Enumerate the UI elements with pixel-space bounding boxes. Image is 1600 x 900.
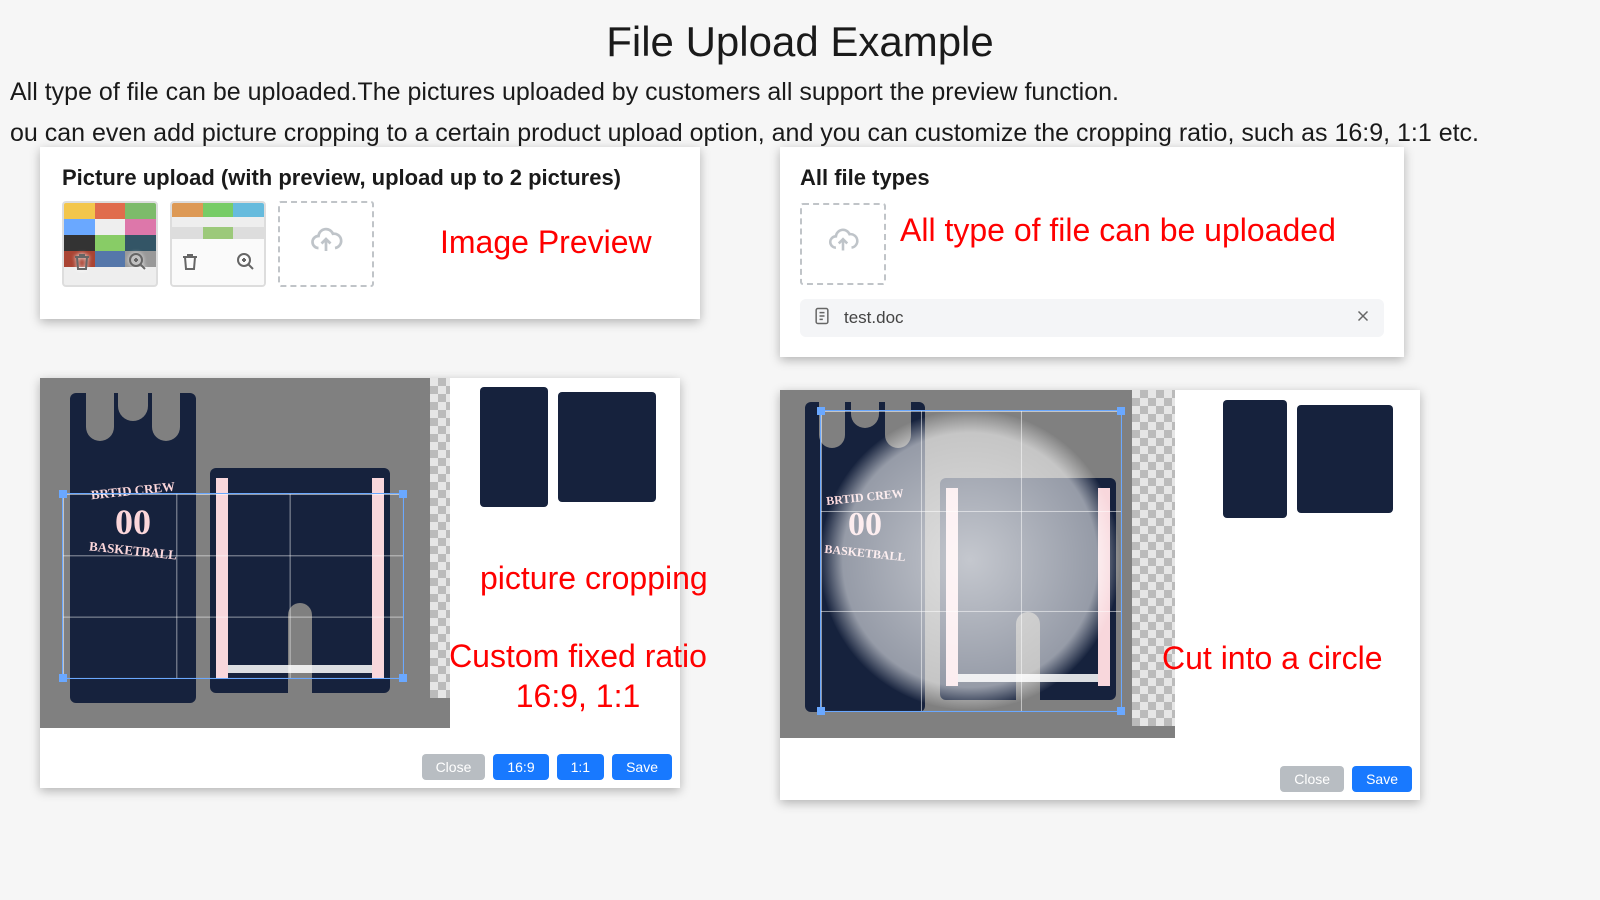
- crop-preview-thumbnail: [1208, 395, 1408, 523]
- close-button[interactable]: Close: [1280, 766, 1344, 792]
- annotation-custom-ratio-line1: Custom fixed ratio: [449, 638, 707, 674]
- page-title: File Upload Example: [0, 0, 1600, 66]
- crop-handle[interactable]: [59, 674, 67, 682]
- save-button[interactable]: Save: [612, 754, 672, 780]
- crop-handle[interactable]: [1117, 707, 1125, 715]
- cloud-upload-icon: [826, 225, 860, 264]
- annotation-all-file-types: All type of file can be uploaded: [900, 212, 1336, 249]
- crop-preview-thumbnail: [468, 383, 668, 511]
- annotation-custom-ratio-line2: 16:9, 1:1: [516, 678, 641, 714]
- crop-circle-card: BRTID CREW 00 BASKETBALL Close Save: [780, 390, 1420, 800]
- crop-stage[interactable]: BRTID CREW 00 BASKETBALL: [780, 390, 1175, 738]
- description-line-2: ou can even add picture cropping to a ce…: [0, 107, 1600, 148]
- upload-dropzone[interactable]: [278, 201, 374, 287]
- upload-thumbnail[interactable]: [62, 201, 158, 287]
- zoom-icon[interactable]: [234, 250, 258, 279]
- trash-icon[interactable]: [178, 250, 202, 279]
- upload-thumbnail[interactable]: [170, 201, 266, 287]
- annotation-image-preview: Image Preview: [440, 224, 652, 261]
- ratio-16-9-button[interactable]: 16:9: [493, 754, 548, 780]
- crop-handle[interactable]: [1117, 407, 1125, 415]
- uploaded-file-chip: test.doc: [800, 299, 1384, 337]
- cloud-upload-icon: [308, 224, 344, 265]
- crop-stage[interactable]: BRTID CREW 00 BASKETBALL: [40, 378, 450, 728]
- close-button[interactable]: Close: [422, 754, 486, 780]
- document-icon: [812, 306, 832, 331]
- annotation-cut-circle: Cut into a circle: [1162, 640, 1383, 677]
- upload-dropzone[interactable]: [800, 203, 886, 285]
- trash-icon[interactable]: [70, 250, 94, 279]
- uploaded-file-name: test.doc: [844, 308, 1342, 328]
- annotation-picture-cropping: picture cropping: [480, 560, 708, 597]
- picture-upload-label: Picture upload (with preview, upload up …: [62, 165, 678, 191]
- zoom-icon[interactable]: [126, 250, 150, 279]
- annotation-custom-ratio: Custom fixed ratio 16:9, 1:1: [428, 636, 728, 716]
- save-button[interactable]: Save: [1352, 766, 1412, 792]
- close-icon[interactable]: [1354, 307, 1372, 330]
- ratio-1-1-button[interactable]: 1:1: [557, 754, 604, 780]
- crop-selection[interactable]: [62, 493, 404, 679]
- crop-handle[interactable]: [399, 674, 407, 682]
- description-line-1: All type of file can be uploaded.The pic…: [0, 66, 1600, 107]
- crop-handle[interactable]: [817, 707, 825, 715]
- crop-handle[interactable]: [399, 490, 407, 498]
- all-file-types-label: All file types: [800, 165, 1384, 191]
- crop-selection[interactable]: [820, 410, 1122, 712]
- crop-handle[interactable]: [817, 407, 825, 415]
- crop-handle[interactable]: [59, 490, 67, 498]
- all-file-types-card: All file types test.doc: [780, 147, 1404, 357]
